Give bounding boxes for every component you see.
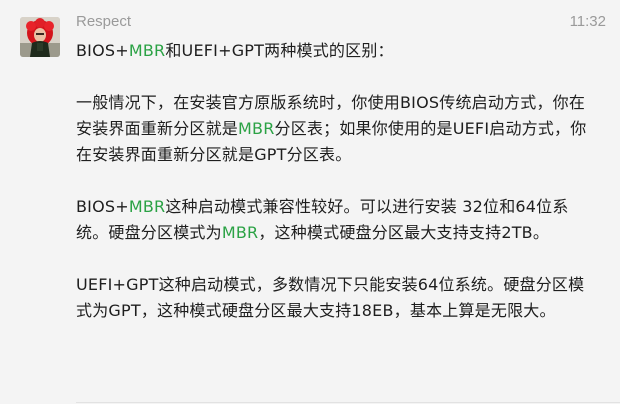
message-body: BIOS+MBR和UEFI+GPT两种模式的区别： 一般情况下，在安装官方原版系统… (76, 38, 596, 324)
avatar-photo-icon (20, 17, 60, 57)
message-paragraph: UEFI+GPT这种启动模式，多数情况下只能安装64位系统。硬盘分区模式为GPT… (76, 272, 596, 324)
highlighted-keyword: MBR (238, 119, 275, 138)
sender-name: Respect (76, 13, 132, 30)
avatar[interactable] (20, 17, 60, 57)
highlighted-keyword: MBR (128, 197, 166, 216)
message-text: UEFI+GPT这种启动模式，多数情况下只能安装64位系统。硬盘分区模式为GPT… (76, 275, 585, 320)
message-text: 和UEFI+GPT两种模式的区别： (165, 41, 394, 60)
message-paragraph: BIOS+MBR和UEFI+GPT两种模式的区别： (76, 38, 596, 64)
highlighted-keyword: MBR (128, 41, 166, 60)
chat-message: Respect 11:32 BIOS+MBR和UEFI+GPT两种模式的区别：一… (0, 0, 620, 404)
message-time: 11:32 (569, 13, 606, 30)
highlighted-keyword: MBR (221, 223, 259, 242)
message-text: BIOS+ (76, 41, 129, 60)
message-text: ，这种模式硬盘分区最大支持支持2TB。 (258, 223, 550, 242)
message-paragraph: BIOS+MBR这种启动模式兼容性较好。可以进行安装 32位和64位系统。硬盘分… (76, 194, 596, 246)
message-paragraph: 一般情况下，在安装官方原版系统时，你使用BIOS传统启动方式，你在安装界面重新分… (76, 90, 596, 168)
divider (76, 402, 620, 403)
message-text: BIOS+ (76, 197, 129, 216)
